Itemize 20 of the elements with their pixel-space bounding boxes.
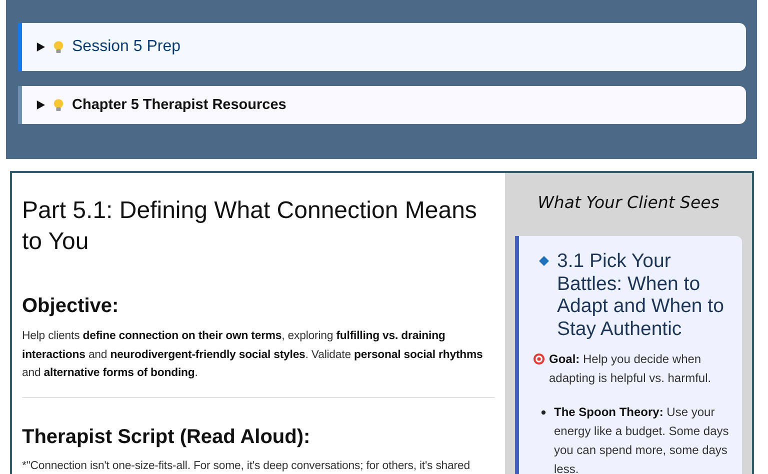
caret-icon xyxy=(36,42,45,52)
collapsible-section[interactable]: Session 5 Prep xyxy=(18,23,746,71)
caret-icon xyxy=(36,100,45,110)
lightbulb-icon xyxy=(53,40,64,54)
objective-text: Help clients define connection on their own terms, exploring fulfilling vs. draining interactions and neurodivergent-friendly social styles. Validate personal social rhythms and alternative forms of bonding. xyxy=(22,329,484,381)
goal-text: Goal: Help you decide when adapting is helpful vs. harmful. xyxy=(549,351,712,386)
diamond-icon xyxy=(539,256,549,266)
script-text: *"Connection isn't one-size-fits-all. For some, it's deep conversations; for others, it's shared xyxy=(22,458,471,474)
bullet-icon xyxy=(541,410,546,415)
collapsible-section[interactable]: Chapter 5 Therapist Resources xyxy=(18,86,746,124)
target-icon xyxy=(533,353,545,365)
section-heading: Objective: xyxy=(22,295,120,318)
panel-heading: What Your Client Sees xyxy=(536,193,720,212)
section-title: Chapter 5 Therapist Resources xyxy=(72,97,286,113)
page-title: Part 5.1: Defining What Connection Means to You xyxy=(22,196,478,257)
section-title: Session 5 Prep xyxy=(72,38,181,56)
bullet-text: The Spoon Theory: Use your energy like a budget. Some days you can spend more, some days less. xyxy=(554,404,730,474)
section-heading: Therapist Script (Read Aloud): xyxy=(22,426,312,448)
card-title: 3.1 Pick Your Battles: When to Adapt and When to Stay Authentic xyxy=(557,250,725,340)
lightbulb-icon xyxy=(53,98,64,112)
